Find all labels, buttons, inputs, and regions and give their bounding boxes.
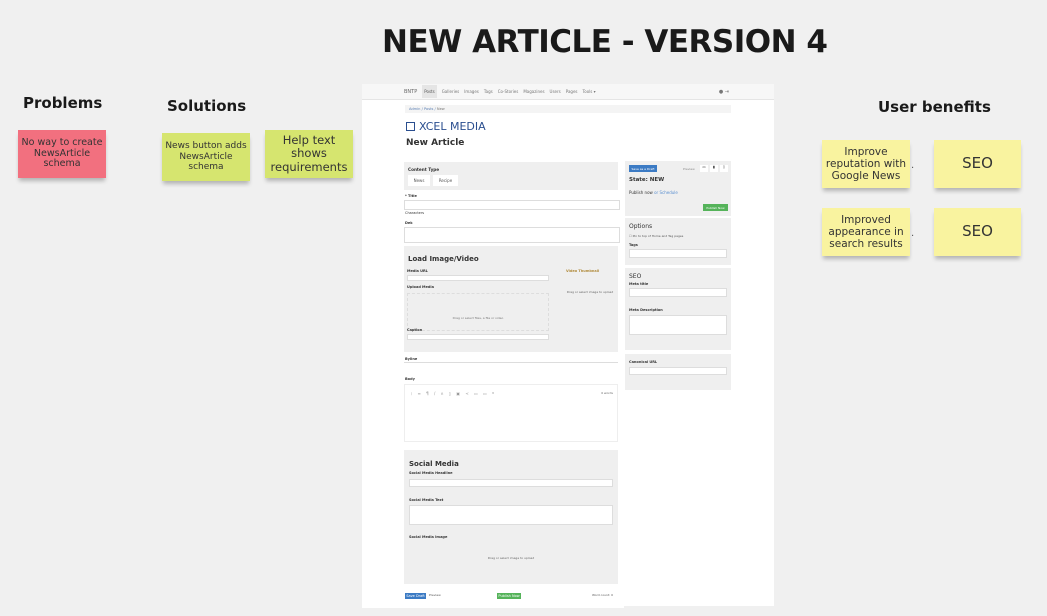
dek-input[interactable]: [404, 227, 620, 243]
publish-panel: Save as a Draft Preview ▭ ▮ ▯ State: NEW…: [625, 161, 731, 216]
benefit-note[interactable]: Improve reputation with Google News: [822, 140, 910, 188]
problems-heading: Problems: [23, 94, 103, 112]
tablet-icon[interactable]: ▯: [720, 165, 728, 172]
breadcrumb-item[interactable]: Admin: [409, 107, 420, 111]
tags-label: Tags: [629, 243, 638, 247]
social-image-dropzone[interactable]: Drag or select image to upload: [409, 556, 613, 560]
meta-description-input[interactable]: [629, 315, 727, 335]
benefit-note[interactable]: Improved appearance in search results: [822, 208, 910, 256]
desktop-icon[interactable]: ▭: [700, 165, 708, 172]
nav-item[interactable]: Users: [550, 89, 561, 94]
social-panel: Social Media Social Media Headline Socia…: [404, 450, 618, 584]
byline-input[interactable]: [404, 362, 618, 363]
state-label: State: NEW: [629, 177, 665, 183]
seo-heading: SEO: [629, 273, 642, 280]
pin-checkbox[interactable]: ☐ Pin to top of Home and Tag pages: [629, 234, 683, 238]
thumbnail-dropzone[interactable]: Drag or select image to upload: [566, 290, 614, 294]
schedule-link[interactable]: Schedule: [659, 190, 677, 195]
byline-label: Byline: [405, 357, 418, 361]
article-editor-mockup: BNTP Posts Galleries Images Tags Co-Stor…: [362, 84, 774, 606]
or-text: or: [654, 190, 659, 195]
caption-input[interactable]: [407, 334, 549, 340]
nav-item[interactable]: Tools ▾: [583, 89, 596, 94]
publish-now-text: Publish now: [629, 190, 653, 195]
user-icon[interactable]: ● ⇥: [719, 89, 729, 95]
body-editor[interactable]: ⁝ ≡ ¶ / ∩ ▯ ▣ ≺ ▭ ▭ ❝ 0 words: [404, 384, 618, 442]
nav-item[interactable]: Pages: [566, 89, 578, 94]
media-url-input[interactable]: [407, 275, 549, 281]
social-text-input[interactable]: [409, 505, 613, 525]
solution-note[interactable]: Help text shows requirements: [265, 130, 353, 178]
meta-description-label: Meta Description: [629, 308, 663, 312]
canonical-input[interactable]: [629, 367, 727, 375]
board-title: NEW ARTICLE - VERSION 4: [382, 24, 828, 60]
nav-item[interactable]: Magazines: [523, 89, 544, 94]
recipe-button[interactable]: Recipe: [433, 175, 458, 186]
social-headline-input[interactable]: [409, 479, 613, 487]
nav-item[interactable]: Co-Stories: [498, 89, 519, 94]
title-input[interactable]: [404, 200, 620, 210]
breadcrumb-item: New: [436, 107, 445, 111]
word-count: 0 words: [601, 391, 613, 395]
news-button[interactable]: News: [408, 175, 430, 186]
body-label: Body: [405, 377, 415, 381]
problem-note[interactable]: No way to create NewsArticle schema: [18, 130, 106, 178]
nav-item[interactable]: Galleries: [442, 89, 460, 94]
media-heading: Load Image/Video: [408, 255, 479, 263]
editor-toolbar[interactable]: ⁝ ≡ ¶ / ∩ ▯ ▣ ≺ ▭ ▭ ❝: [411, 391, 496, 396]
seo-panel: SEO Meta title Meta Description: [625, 268, 731, 350]
content-type-panel: Content Type News Recipe: [404, 162, 618, 190]
page-title: New Article: [406, 138, 465, 148]
preview-label: Preview: [683, 167, 695, 171]
media-panel: Load Image/Video Media URL Upload Media …: [404, 246, 618, 352]
save-draft-top-button[interactable]: Save as a Draft: [629, 165, 657, 172]
tags-input[interactable]: [629, 249, 727, 258]
benefit-note[interactable]: SEO: [934, 140, 1021, 188]
nav-item[interactable]: Tags: [484, 89, 493, 94]
options-heading: Options: [629, 223, 653, 230]
content-type-label: Content Type: [408, 167, 440, 172]
meta-title-label: Meta title: [629, 282, 649, 286]
publish-now-button[interactable]: Publish Now: [497, 593, 521, 599]
connector-dot: .: [911, 160, 915, 171]
top-nav: BNTP Posts Galleries Images Tags Co-Stor…: [362, 84, 774, 100]
media-url-label: Media URL: [407, 269, 428, 273]
social-headline-label: Social Media Headline: [409, 471, 453, 475]
nav-brand[interactable]: BNTP: [404, 89, 417, 95]
footer-word-count: Word count: 0: [592, 593, 614, 597]
benefit-note[interactable]: SEO: [934, 208, 1021, 256]
meta-title-input[interactable]: [629, 288, 727, 297]
preview-link[interactable]: Preview: [429, 593, 441, 597]
caption-label: Caption: [407, 328, 423, 332]
publish-now-sidebar-button[interactable]: Publish Now: [703, 204, 728, 211]
nav-item[interactable]: Images: [464, 89, 479, 94]
solutions-heading: Solutions: [167, 97, 247, 115]
thumbnail-label: Video Thumbnail: [566, 269, 600, 273]
nav-item[interactable]: Posts: [422, 85, 437, 98]
breadcrumb-item[interactable]: Posts: [424, 107, 433, 111]
canonical-panel: Canonical URL: [625, 354, 731, 390]
save-draft-button[interactable]: Save Draft: [405, 593, 426, 599]
canonical-label: Canonical URL: [629, 360, 658, 364]
logo: XCEL MEDIA: [406, 120, 486, 133]
characters-label: Characters: [405, 211, 425, 215]
benefits-heading: User benefits: [878, 98, 991, 116]
title-label: * Title: [405, 194, 417, 198]
social-heading: Social Media: [409, 460, 459, 468]
logo-icon: [406, 122, 415, 131]
dek-label: Dek: [405, 221, 413, 225]
mobile-icon[interactable]: ▮: [710, 165, 718, 172]
breadcrumb: Admin / Posts / New: [405, 105, 731, 113]
upload-dropzone[interactable]: Drag or select files, a file or video: [407, 293, 549, 331]
social-text-label: Social Media Text: [409, 498, 444, 502]
options-panel: Options ☐ Pin to top of Home and Tag pag…: [625, 218, 731, 265]
social-image-label: Social Media Image: [409, 535, 448, 539]
logo-text: XCEL MEDIA: [419, 120, 486, 133]
upload-label: Upload Media: [407, 285, 434, 289]
solution-note[interactable]: News button adds NewsArticle schema: [162, 133, 250, 181]
connector-dot: .: [911, 228, 915, 239]
